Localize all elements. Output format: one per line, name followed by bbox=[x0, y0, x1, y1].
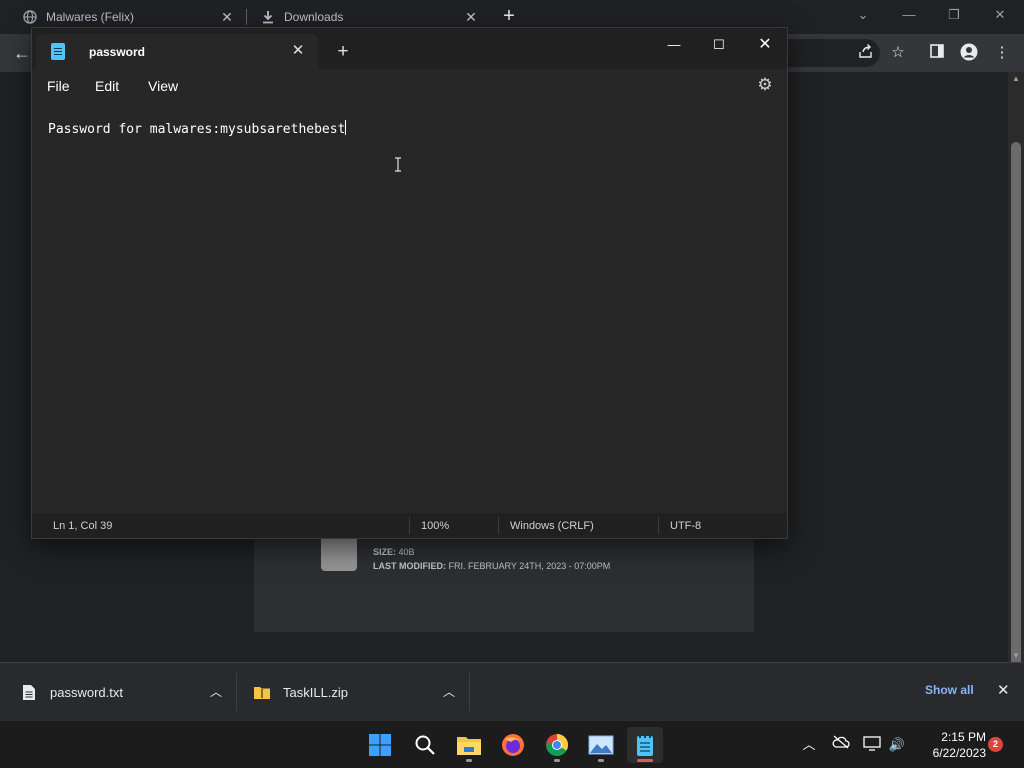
new-tab-button[interactable]: + bbox=[498, 5, 520, 27]
firefox-icon[interactable] bbox=[495, 727, 531, 763]
notification-badge[interactable]: 2 bbox=[988, 737, 1003, 752]
download-item-taskill[interactable]: TaskILL.zip ︿ bbox=[253, 671, 469, 713]
start-icon[interactable] bbox=[362, 727, 398, 763]
browser-close-button[interactable]: ✕ bbox=[986, 4, 1014, 26]
notepad-tab[interactable]: password ✕ bbox=[36, 34, 318, 69]
running-indicator bbox=[598, 759, 604, 762]
kebab-menu-icon[interactable]: ⋮ bbox=[992, 43, 1012, 63]
notepad-tab-title: password bbox=[89, 45, 146, 59]
menu-edit[interactable]: Edit bbox=[95, 78, 119, 94]
notepad-window: password ✕ + — ☐ ✕ File Edit View ⚙ Pass… bbox=[31, 27, 788, 539]
ibeam-cursor-icon bbox=[395, 157, 401, 172]
notepad-menubar: File Edit View ⚙ bbox=[32, 69, 787, 103]
system-clock[interactable]: 2:15 PM 6/22/2023 bbox=[912, 729, 986, 761]
browser-restore-button[interactable]: ❐ bbox=[940, 4, 968, 26]
file-thumbnail-icon bbox=[321, 537, 357, 571]
editor-text: Password for malwares:mysubsarethebest bbox=[48, 122, 346, 137]
share-icon[interactable] bbox=[856, 43, 876, 63]
tab-search-chevron-icon[interactable]: ⌄ bbox=[849, 4, 877, 26]
download-filename: TaskILL.zip bbox=[283, 684, 349, 700]
chrome-icon[interactable] bbox=[539, 727, 575, 763]
browser-minimize-button[interactable]: — bbox=[895, 4, 923, 26]
text-editor-area[interactable]: Password for malwares:mysubsarethebest bbox=[32, 103, 787, 513]
bookmark-star-icon[interactable]: ☆ bbox=[888, 43, 908, 63]
text-caret bbox=[345, 120, 347, 135]
scroll-up-arrow-icon[interactable]: ▲ bbox=[1012, 74, 1020, 83]
tab-divider bbox=[246, 9, 247, 25]
download-item-password[interactable]: password.txt ︿ bbox=[20, 671, 236, 713]
browser-tab-title: Downloads bbox=[284, 10, 344, 24]
side-panel-icon[interactable] bbox=[927, 43, 947, 63]
volume-icon[interactable]: 🔊 bbox=[887, 735, 907, 755]
close-icon[interactable]: ✕ bbox=[289, 42, 307, 60]
notepad-icon[interactable] bbox=[627, 727, 663, 763]
notepad-maximize-button[interactable]: ☐ bbox=[699, 32, 739, 58]
running-indicator bbox=[637, 759, 653, 762]
browser-tab-title: Malwares (Felix) bbox=[46, 10, 135, 24]
modified-label: LAST MODIFIED: bbox=[373, 561, 446, 571]
download-icon bbox=[260, 9, 276, 25]
download-file-card[interactable]: SIZE: 40B LAST MODIFIED: FRI. FEBRUARY 2… bbox=[254, 537, 754, 632]
notepad-statusbar: Ln 1, Col 39 100% Windows (CRLF) UTF-8 bbox=[32, 513, 787, 538]
text-file-icon bbox=[20, 683, 38, 701]
running-indicator bbox=[554, 759, 560, 762]
close-icon[interactable]: ✕ bbox=[218, 8, 236, 26]
status-divider bbox=[658, 517, 659, 534]
file-explorer-icon[interactable] bbox=[451, 727, 487, 763]
windows-taskbar: ︿ 🔊 2:15 PM 6/22/2023 2 bbox=[0, 720, 1024, 768]
cursor-position: Ln 1, Col 39 bbox=[53, 520, 113, 532]
search-icon[interactable] bbox=[407, 727, 443, 763]
size-label: SIZE: bbox=[373, 547, 397, 557]
zoom-level[interactable]: 100% bbox=[421, 520, 449, 532]
size-value: 40B bbox=[398, 547, 415, 557]
new-tab-button[interactable]: + bbox=[333, 42, 353, 62]
clock-time: 2:15 PM bbox=[941, 730, 986, 744]
notepad-titlebar[interactable]: password ✕ + — ☐ ✕ bbox=[32, 28, 787, 69]
zip-folder-icon bbox=[253, 683, 271, 701]
page-scrollbar[interactable]: ▲ ▼ bbox=[1008, 72, 1024, 670]
notepad-minimize-button[interactable]: — bbox=[654, 32, 694, 58]
clock-date: 6/22/2023 bbox=[932, 746, 986, 760]
download-filename: password.txt bbox=[50, 684, 123, 700]
scrollbar-thumb[interactable] bbox=[1011, 142, 1021, 670]
running-indicator bbox=[466, 759, 472, 762]
onedrive-cloud-icon[interactable] bbox=[831, 735, 851, 755]
chevron-up-icon[interactable]: ︿ bbox=[443, 683, 455, 700]
shelf-divider bbox=[469, 673, 470, 711]
globe-icon bbox=[22, 9, 38, 25]
notepad-icon bbox=[51, 43, 65, 60]
modified-value: FRI. FEBRUARY 24TH, 2023 - 07:00PM bbox=[448, 561, 611, 571]
profile-avatar-icon[interactable] bbox=[959, 43, 979, 63]
download-shelf: password.txt ︿ TaskILL.zip ︿ Show all ✕ bbox=[0, 662, 1024, 720]
status-divider bbox=[498, 517, 499, 534]
status-divider bbox=[409, 517, 410, 534]
notepad-close-button[interactable]: ✕ bbox=[745, 32, 785, 58]
editor-text-line[interactable]: Password for malwares:mysubsarethebest bbox=[48, 120, 347, 137]
line-ending[interactable]: Windows (CRLF) bbox=[510, 520, 594, 532]
show-all-link[interactable]: Show all bbox=[925, 683, 974, 697]
chevron-up-icon[interactable]: ︿ bbox=[210, 683, 222, 700]
shelf-divider bbox=[236, 673, 237, 711]
gear-icon[interactable]: ⚙ bbox=[755, 75, 775, 95]
photos-icon[interactable] bbox=[583, 727, 619, 763]
close-icon[interactable]: ✕ bbox=[997, 681, 1010, 699]
close-icon[interactable]: ✕ bbox=[462, 8, 480, 26]
menu-file[interactable]: File bbox=[47, 78, 70, 94]
menu-view[interactable]: View bbox=[148, 78, 178, 94]
file-meta: SIZE: 40B LAST MODIFIED: FRI. FEBRUARY 2… bbox=[373, 545, 610, 573]
encoding[interactable]: UTF-8 bbox=[670, 520, 701, 532]
chevron-up-icon[interactable]: ︿ bbox=[799, 735, 819, 755]
scroll-down-arrow-icon[interactable]: ▼ bbox=[1012, 651, 1020, 660]
network-icon[interactable] bbox=[862, 735, 882, 755]
